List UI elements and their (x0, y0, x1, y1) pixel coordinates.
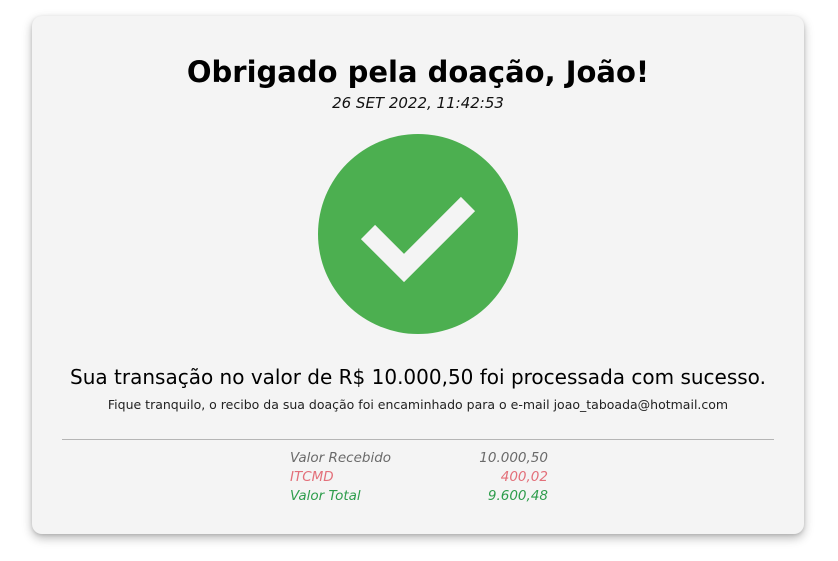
success-circle (318, 134, 518, 334)
summary-row-total: Valor Total 9.600,48 (290, 487, 548, 506)
divider (62, 439, 774, 440)
donation-confirmation-card: Obrigado pela doação, João! 26 SET 2022,… (32, 16, 804, 534)
summary-row-received: Valor Recebido 10.000,50 (290, 449, 548, 468)
summary-label: Valor Recebido (290, 450, 392, 466)
receipt-email-notice: Fique tranquilo, o recibo da sua doação … (107, 397, 729, 412)
summary-value: 9.600,48 (487, 488, 548, 504)
success-check-svg (318, 134, 518, 334)
success-message: Sua transação no valor de R$ 10.000,50 f… (70, 365, 766, 389)
summary-label: Valor Total (290, 488, 361, 504)
page-title: Obrigado pela doação, João! (186, 55, 650, 89)
summary-label: ITCMD (290, 469, 334, 485)
summary-row-tax: ITCMD 400,02 (290, 468, 548, 487)
summary-value: 400,02 (500, 469, 548, 485)
check-circle-icon (318, 134, 518, 334)
payment-summary: Valor Recebido 10.000,50 ITCMD 400,02 Va… (290, 449, 548, 506)
transaction-datetime: 26 SET 2022, 11:42:53 (332, 94, 504, 112)
summary-value: 10.000,50 (479, 450, 548, 466)
